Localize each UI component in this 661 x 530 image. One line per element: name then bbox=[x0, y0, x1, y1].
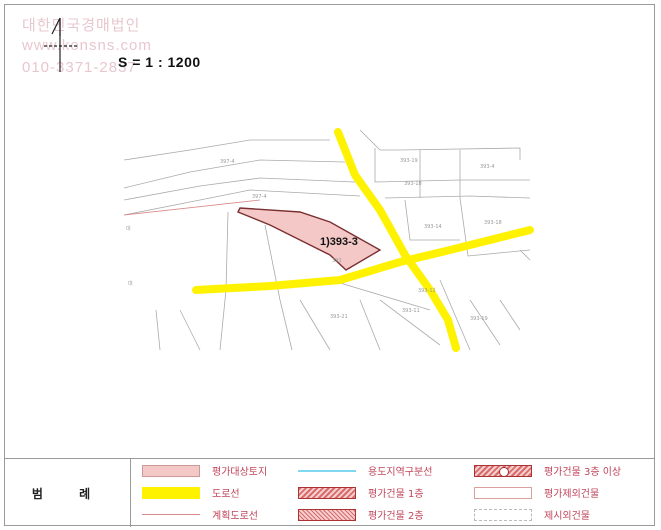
parcel-label: 1)393-3 bbox=[320, 236, 358, 248]
svg-text:393-18: 393-18 bbox=[404, 181, 422, 187]
legend-item-zoning: 용도지역구분선 bbox=[298, 463, 432, 478]
svg-text:393-4: 393-4 bbox=[480, 164, 495, 170]
svg-text:393-12: 393-12 bbox=[418, 288, 436, 294]
svg-text:393-14: 393-14 bbox=[424, 224, 442, 230]
cadastral-map[interactable]: 1)393-3 397-4 397-4 393-19 393-18 393-4 … bbox=[0, 0, 661, 460]
legend-item-excluded: 평가제외건물 bbox=[474, 485, 599, 500]
legend-title: 범 례 bbox=[31, 486, 107, 501]
svg-text:393: 393 bbox=[332, 258, 342, 264]
legend: 범 례 평가대상토지 용도지역구분선 평가건물 3층 이상 도로선 평가건물 1… bbox=[4, 458, 655, 527]
legend-item-unlisted: 제시외건물 bbox=[474, 507, 590, 522]
planned-road-swatch bbox=[142, 514, 200, 515]
svg-text:393-19: 393-19 bbox=[400, 158, 418, 164]
building-1floor-swatch bbox=[298, 486, 356, 499]
svg-text:393-19: 393-19 bbox=[470, 316, 488, 322]
legend-item-road: 도로선 bbox=[142, 485, 240, 500]
svg-text:대: 대 bbox=[126, 225, 131, 232]
svg-text:393-21: 393-21 bbox=[330, 314, 348, 320]
target-parcel[interactable] bbox=[237, 207, 382, 271]
road-swatch bbox=[142, 486, 200, 499]
unlisted-building-swatch bbox=[474, 508, 532, 521]
svg-text:393-11: 393-11 bbox=[402, 308, 420, 314]
legend-item-planned: 계획도로선 bbox=[142, 507, 258, 522]
svg-text:397-4: 397-4 bbox=[252, 194, 267, 200]
north-arrow-icon bbox=[44, 17, 78, 72]
legend-item-bldg3: 평가건물 3층 이상 bbox=[474, 463, 621, 478]
legend-item-bldg2: 평가건물 2층 bbox=[298, 507, 424, 522]
legend-item-target: 평가대상토지 bbox=[142, 463, 267, 478]
target-parcel-swatch bbox=[142, 464, 200, 477]
legend-item-bldg1: 평가건물 1층 bbox=[298, 485, 424, 500]
svg-text:393-18: 393-18 bbox=[484, 220, 502, 226]
building-2floor-swatch bbox=[298, 508, 356, 521]
svg-text:대: 대 bbox=[128, 280, 133, 287]
building-3floor-swatch bbox=[474, 464, 532, 477]
map-scale: S = 1 : 1200 bbox=[118, 54, 201, 70]
svg-text:397-4: 397-4 bbox=[220, 159, 235, 165]
excluded-building-swatch bbox=[474, 486, 532, 499]
zoning-line-swatch bbox=[298, 469, 356, 472]
